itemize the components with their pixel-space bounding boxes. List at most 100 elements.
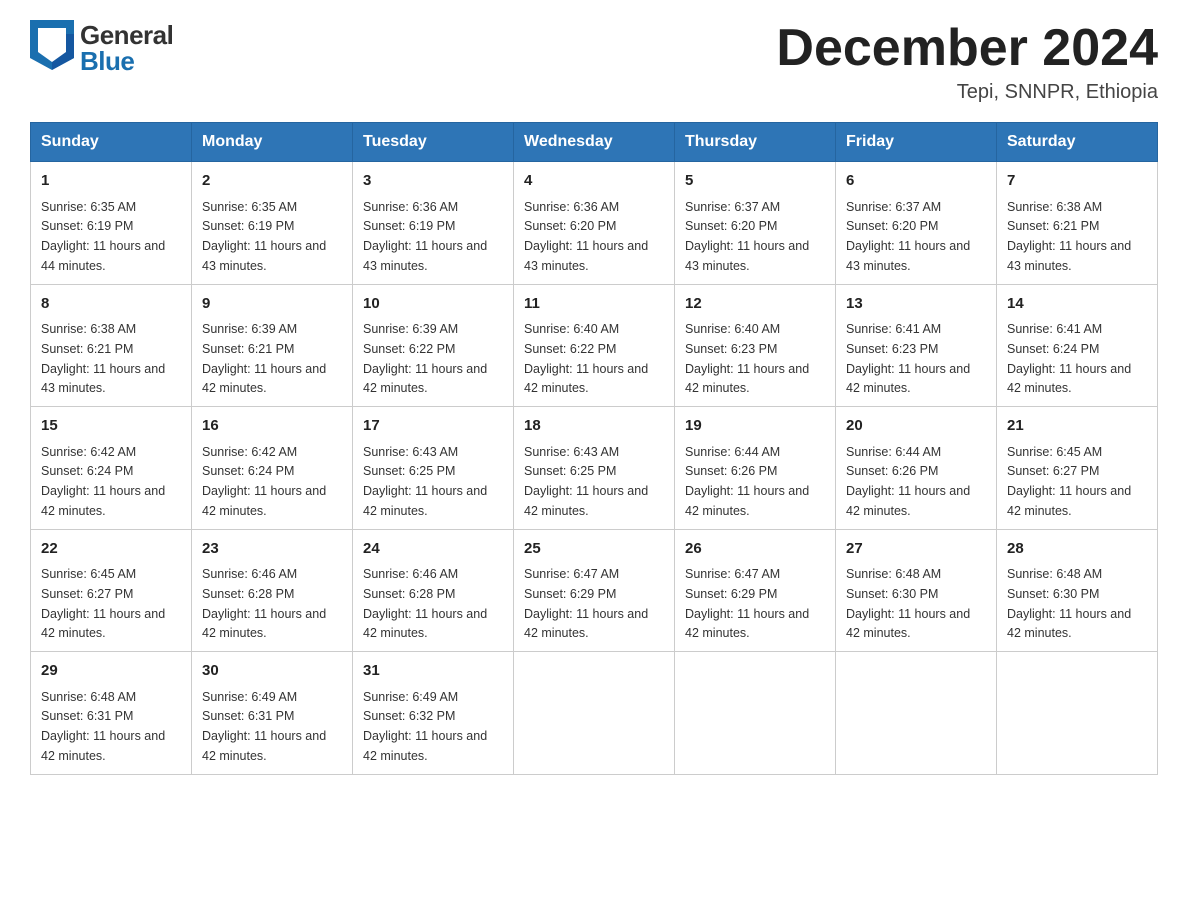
sunset-info: Sunset: 6:20 PM: [846, 219, 938, 233]
sunset-info: Sunset: 6:29 PM: [685, 587, 777, 601]
sunset-info: Sunset: 6:25 PM: [363, 464, 455, 478]
week-row-5: 29 Sunrise: 6:48 AM Sunset: 6:31 PM Dayl…: [31, 652, 1158, 775]
day-number: 31: [363, 660, 503, 683]
sunrise-info: Sunrise: 6:48 AM: [41, 690, 136, 704]
day-number: 17: [363, 415, 503, 438]
location: Tepi, SNNPR, Ethiopia: [776, 81, 1158, 104]
calendar-cell: 1 Sunrise: 6:35 AM Sunset: 6:19 PM Dayli…: [31, 162, 192, 285]
sunset-info: Sunset: 6:19 PM: [363, 219, 455, 233]
calendar-cell: 21 Sunrise: 6:45 AM Sunset: 6:27 PM Dayl…: [997, 407, 1158, 530]
sunrise-info: Sunrise: 6:46 AM: [202, 567, 297, 581]
day-number: 5: [685, 170, 825, 193]
calendar-cell: 27 Sunrise: 6:48 AM Sunset: 6:30 PM Dayl…: [836, 529, 997, 652]
sunrise-info: Sunrise: 6:45 AM: [1007, 445, 1102, 459]
day-number: 3: [363, 170, 503, 193]
weekday-header-tuesday: Tuesday: [353, 123, 514, 162]
month-title: December 2024: [776, 20, 1158, 77]
sunset-info: Sunset: 6:32 PM: [363, 709, 455, 723]
day-number: 28: [1007, 538, 1147, 561]
calendar-cell: 24 Sunrise: 6:46 AM Sunset: 6:28 PM Dayl…: [353, 529, 514, 652]
day-number: 20: [846, 415, 986, 438]
logo-blue-text: Blue: [80, 48, 173, 74]
week-row-1: 1 Sunrise: 6:35 AM Sunset: 6:19 PM Dayli…: [31, 162, 1158, 285]
calendar-cell: [997, 652, 1158, 775]
sunset-info: Sunset: 6:30 PM: [846, 587, 938, 601]
calendar-cell: 13 Sunrise: 6:41 AM Sunset: 6:23 PM Dayl…: [836, 284, 997, 407]
calendar-cell: 12 Sunrise: 6:40 AM Sunset: 6:23 PM Dayl…: [675, 284, 836, 407]
calendar-table: SundayMondayTuesdayWednesdayThursdayFrid…: [30, 122, 1158, 775]
calendar-cell: 10 Sunrise: 6:39 AM Sunset: 6:22 PM Dayl…: [353, 284, 514, 407]
sunset-info: Sunset: 6:23 PM: [846, 342, 938, 356]
sunrise-info: Sunrise: 6:40 AM: [685, 322, 780, 336]
daylight-info: Daylight: 11 hours and 42 minutes.: [41, 484, 165, 518]
day-number: 25: [524, 538, 664, 561]
sunset-info: Sunset: 6:20 PM: [685, 219, 777, 233]
day-number: 22: [41, 538, 181, 561]
sunrise-info: Sunrise: 6:37 AM: [685, 200, 780, 214]
day-number: 18: [524, 415, 664, 438]
calendar-cell: 2 Sunrise: 6:35 AM Sunset: 6:19 PM Dayli…: [192, 162, 353, 285]
day-number: 12: [685, 293, 825, 316]
sunrise-info: Sunrise: 6:38 AM: [1007, 200, 1102, 214]
sunset-info: Sunset: 6:25 PM: [524, 464, 616, 478]
sunset-info: Sunset: 6:23 PM: [685, 342, 777, 356]
day-number: 15: [41, 415, 181, 438]
day-number: 4: [524, 170, 664, 193]
daylight-info: Daylight: 11 hours and 42 minutes.: [1007, 607, 1131, 641]
daylight-info: Daylight: 11 hours and 43 minutes.: [685, 239, 809, 273]
sunrise-info: Sunrise: 6:36 AM: [524, 200, 619, 214]
daylight-info: Daylight: 11 hours and 42 minutes.: [41, 729, 165, 763]
sunset-info: Sunset: 6:20 PM: [524, 219, 616, 233]
calendar-cell: 20 Sunrise: 6:44 AM Sunset: 6:26 PM Dayl…: [836, 407, 997, 530]
week-row-4: 22 Sunrise: 6:45 AM Sunset: 6:27 PM Dayl…: [31, 529, 1158, 652]
daylight-info: Daylight: 11 hours and 43 minutes.: [846, 239, 970, 273]
sunrise-info: Sunrise: 6:39 AM: [202, 322, 297, 336]
day-number: 8: [41, 293, 181, 316]
daylight-info: Daylight: 11 hours and 42 minutes.: [363, 607, 487, 641]
daylight-info: Daylight: 11 hours and 43 minutes.: [363, 239, 487, 273]
daylight-info: Daylight: 11 hours and 42 minutes.: [41, 607, 165, 641]
sunset-info: Sunset: 6:21 PM: [202, 342, 294, 356]
day-number: 29: [41, 660, 181, 683]
sunset-info: Sunset: 6:26 PM: [685, 464, 777, 478]
calendar-cell: 26 Sunrise: 6:47 AM Sunset: 6:29 PM Dayl…: [675, 529, 836, 652]
week-row-3: 15 Sunrise: 6:42 AM Sunset: 6:24 PM Dayl…: [31, 407, 1158, 530]
sunset-info: Sunset: 6:27 PM: [41, 587, 133, 601]
daylight-info: Daylight: 11 hours and 42 minutes.: [363, 484, 487, 518]
day-number: 24: [363, 538, 503, 561]
week-row-2: 8 Sunrise: 6:38 AM Sunset: 6:21 PM Dayli…: [31, 284, 1158, 407]
sunset-info: Sunset: 6:24 PM: [1007, 342, 1099, 356]
daylight-info: Daylight: 11 hours and 42 minutes.: [524, 607, 648, 641]
sunset-info: Sunset: 6:22 PM: [524, 342, 616, 356]
daylight-info: Daylight: 11 hours and 42 minutes.: [363, 362, 487, 396]
sunrise-info: Sunrise: 6:40 AM: [524, 322, 619, 336]
sunrise-info: Sunrise: 6:47 AM: [685, 567, 780, 581]
calendar-cell: 5 Sunrise: 6:37 AM Sunset: 6:20 PM Dayli…: [675, 162, 836, 285]
sunrise-info: Sunrise: 6:44 AM: [846, 445, 941, 459]
daylight-info: Daylight: 11 hours and 42 minutes.: [363, 729, 487, 763]
sunrise-info: Sunrise: 6:43 AM: [363, 445, 458, 459]
day-number: 27: [846, 538, 986, 561]
calendar-cell: 28 Sunrise: 6:48 AM Sunset: 6:30 PM Dayl…: [997, 529, 1158, 652]
logo: General Blue: [30, 20, 173, 75]
sunset-info: Sunset: 6:27 PM: [1007, 464, 1099, 478]
daylight-info: Daylight: 11 hours and 43 minutes.: [1007, 239, 1131, 273]
day-number: 7: [1007, 170, 1147, 193]
calendar-cell: 18 Sunrise: 6:43 AM Sunset: 6:25 PM Dayl…: [514, 407, 675, 530]
calendar-cell: 3 Sunrise: 6:36 AM Sunset: 6:19 PM Dayli…: [353, 162, 514, 285]
daylight-info: Daylight: 11 hours and 42 minutes.: [846, 484, 970, 518]
daylight-info: Daylight: 11 hours and 42 minutes.: [524, 362, 648, 396]
daylight-info: Daylight: 11 hours and 42 minutes.: [202, 607, 326, 641]
daylight-info: Daylight: 11 hours and 42 minutes.: [202, 484, 326, 518]
sunset-info: Sunset: 6:31 PM: [41, 709, 133, 723]
calendar-cell: 16 Sunrise: 6:42 AM Sunset: 6:24 PM Dayl…: [192, 407, 353, 530]
day-number: 2: [202, 170, 342, 193]
sunrise-info: Sunrise: 6:42 AM: [202, 445, 297, 459]
sunset-info: Sunset: 6:21 PM: [1007, 219, 1099, 233]
sunrise-info: Sunrise: 6:35 AM: [41, 200, 136, 214]
sunset-info: Sunset: 6:19 PM: [202, 219, 294, 233]
daylight-info: Daylight: 11 hours and 42 minutes.: [685, 484, 809, 518]
weekday-header-saturday: Saturday: [997, 123, 1158, 162]
calendar-cell: 17 Sunrise: 6:43 AM Sunset: 6:25 PM Dayl…: [353, 407, 514, 530]
weekday-header-friday: Friday: [836, 123, 997, 162]
